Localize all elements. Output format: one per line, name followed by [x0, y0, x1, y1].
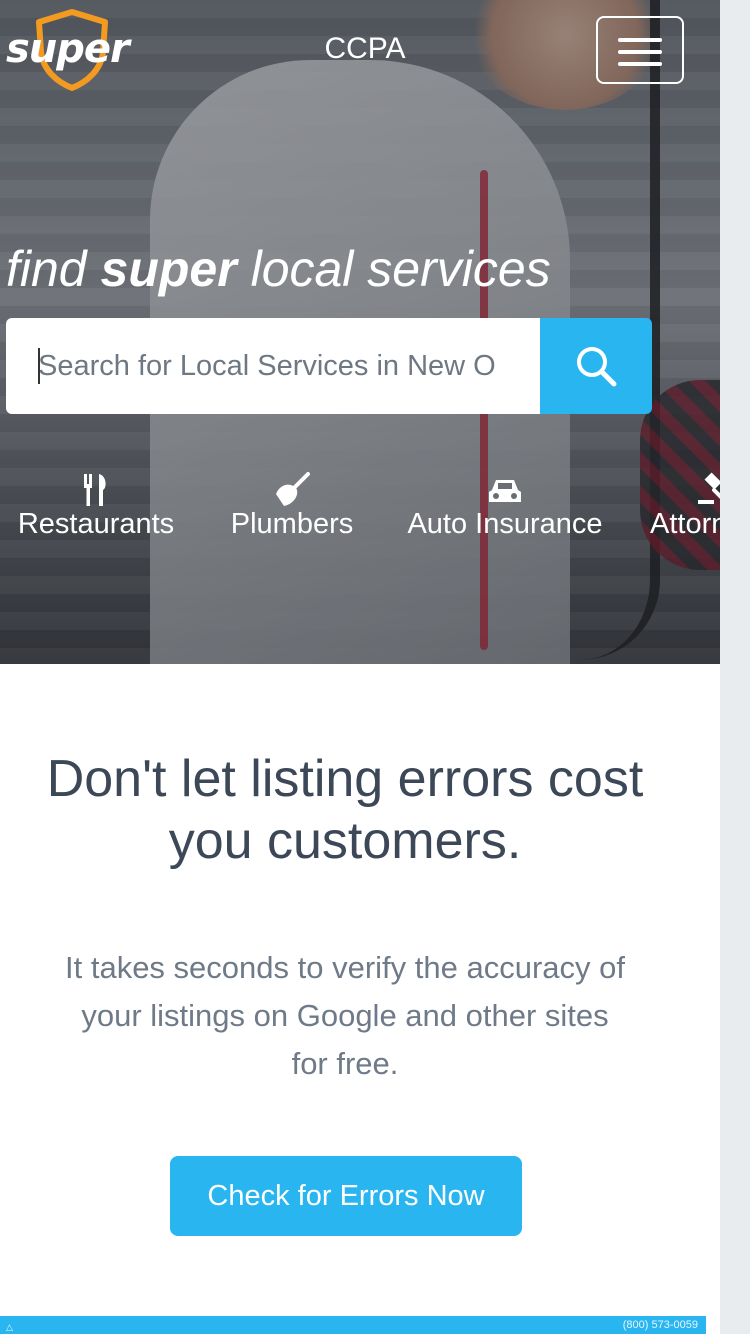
search-button[interactable] [540, 318, 652, 414]
tagline-bold: super [100, 241, 237, 297]
category-plumbers[interactable]: Plumbers [226, 470, 358, 541]
car-icon [489, 480, 521, 502]
tagline-part-2: local services [236, 241, 551, 297]
hamburger-icon-bar [618, 50, 662, 54]
category-label: Auto Insurance [407, 508, 603, 540]
category-list: Restaurants Plumbers Auto Insurance Atto… [0, 470, 720, 550]
hero-tagline: find super local services [6, 240, 551, 298]
category-restaurants[interactable]: Restaurants [12, 470, 180, 541]
hamburger-icon [618, 38, 662, 42]
category-label: Plumbers [230, 508, 354, 540]
logo-text: super [6, 26, 130, 72]
super-logo[interactable]: super [6, 8, 146, 92]
page-title[interactable]: CCPA [300, 32, 430, 66]
banner-logo-icon: △ [6, 1322, 13, 1332]
search-input[interactable] [6, 318, 540, 414]
hamburger-menu-button[interactable] [596, 16, 684, 84]
content-headline: Don't let listing errors cost you custom… [46, 750, 644, 870]
content-subtext: It takes seconds to verify the accuracy … [65, 950, 625, 1081]
category-label: Restaurants [17, 508, 175, 540]
page-side-gutter [720, 0, 750, 1334]
check-errors-button[interactable]: Check for Errors Now [170, 1156, 522, 1236]
category-attorneys[interactable]: Attorneys [650, 470, 720, 541]
tagline-part-1: find [6, 241, 101, 297]
search-icon [577, 347, 617, 387]
bottom-banner[interactable]: △ (800) 573-0059 [0, 1316, 706, 1334]
category-auto-insurance[interactable]: Auto Insurance [400, 470, 610, 541]
category-label: Attorneys [650, 508, 720, 540]
hero-section: super CCPA find super local services Sea… [0, 0, 720, 664]
text-caret [38, 348, 40, 384]
plunger-icon [276, 472, 310, 506]
hamburger-icon-bar [618, 62, 662, 66]
banner-phone: (800) 573-0059 [622, 1319, 698, 1331]
page: super CCPA find super local services Sea… [0, 0, 720, 1334]
gavel-icon [698, 472, 720, 504]
fork-knife-icon [84, 474, 106, 506]
search-bar [6, 318, 652, 414]
